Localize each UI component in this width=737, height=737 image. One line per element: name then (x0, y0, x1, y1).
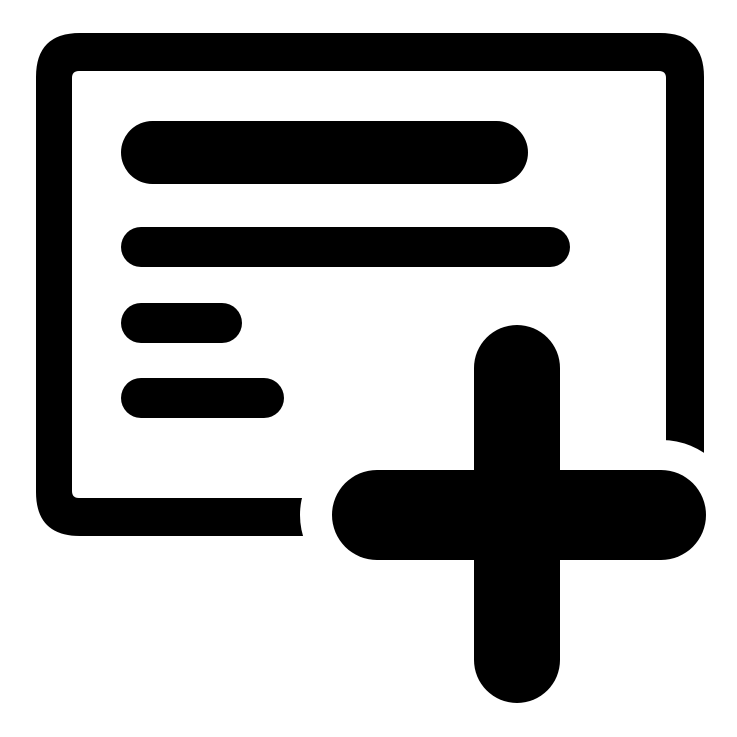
plus-icon (332, 325, 706, 703)
plus-horizontal-bar (332, 470, 706, 560)
text-line-long (121, 227, 570, 267)
icon-canvas (0, 0, 737, 737)
text-line-medium (121, 378, 284, 418)
text-line-title (121, 121, 528, 184)
text-line-short (121, 303, 242, 343)
document-frame (36, 33, 704, 536)
add-document-icon (36, 33, 706, 703)
